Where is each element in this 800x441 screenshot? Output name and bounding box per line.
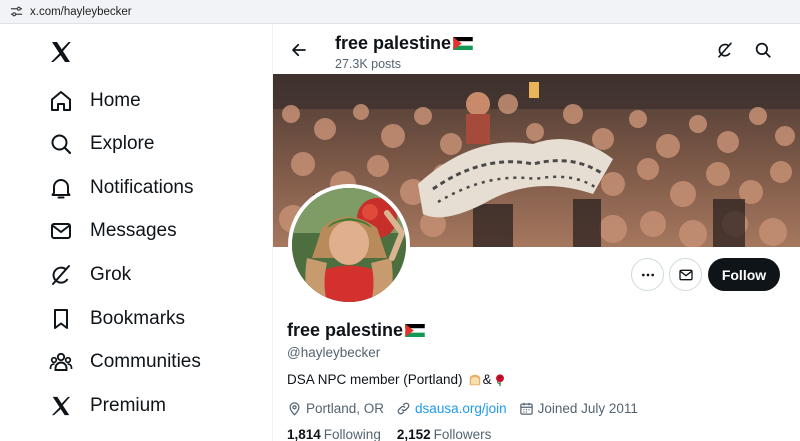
- address-bar[interactable]: x.com/hayleybecker: [0, 0, 800, 24]
- more-options-button[interactable]: [631, 258, 664, 291]
- search-icon: [755, 42, 771, 58]
- bookmark-icon: [48, 306, 74, 332]
- sidebar-item-grok[interactable]: Grok: [48, 255, 131, 295]
- avatar-photo: [292, 188, 406, 302]
- sidebar-item-home[interactable]: Home: [48, 81, 141, 121]
- search-icon: [48, 131, 74, 157]
- grok-icon: [718, 42, 732, 58]
- profile-display-name: free palestine: [287, 320, 425, 341]
- following-link[interactable]: 1,814 Following: [287, 427, 381, 441]
- following-count: 1,814: [287, 427, 321, 441]
- website-link[interactable]: dsausa.org/join: [415, 401, 507, 416]
- joined-item: Joined July 2011: [519, 401, 638, 416]
- location-text: Portland, OR: [306, 400, 385, 416]
- profile-column: free palestine 27.3K posts Follow free p…: [272, 24, 800, 441]
- sidebar-item-messages[interactable]: Messages: [48, 211, 177, 251]
- sidebar-item-label: Notifications: [90, 177, 194, 198]
- location-pin-icon: [289, 401, 300, 416]
- search-profile-button[interactable]: [751, 38, 775, 62]
- sidebar-item-label: Communities: [90, 351, 201, 372]
- header-posts-count: 27.3K posts: [335, 57, 402, 71]
- communities-icon: [48, 349, 74, 375]
- website-item: dsausa.org/join: [396, 401, 507, 416]
- grok-icon: [48, 262, 74, 288]
- profile-header-bar: free palestine 27.3K posts: [273, 24, 800, 76]
- x-logo-icon[interactable]: [49, 40, 73, 64]
- header-title-text: free palestine: [335, 33, 452, 53]
- followers-link[interactable]: 2,152 Followers: [397, 427, 492, 441]
- profile-avatar[interactable]: [288, 184, 410, 306]
- following-label: Following: [323, 427, 381, 441]
- grok-button[interactable]: [713, 38, 737, 62]
- calendar-icon: [519, 402, 533, 415]
- profile-handle: @hayleybecker: [287, 345, 381, 360]
- sidebar-item-communities[interactable]: Communities: [48, 342, 201, 382]
- home-icon: [48, 88, 74, 114]
- display-name-text: free palestine: [287, 320, 404, 340]
- bio-text: DSA NPC member (Portland): [287, 372, 463, 387]
- header-title: free palestine: [335, 33, 473, 54]
- location-item: Portland, OR: [287, 401, 384, 416]
- followers-count: 2,152: [396, 427, 431, 441]
- rose-emoji-icon: [495, 373, 504, 386]
- more-options-icon: [641, 273, 654, 276]
- sidebar-item-label: Home: [90, 90, 141, 111]
- sidebar: Home Explore Notifications Messages Grok…: [0, 24, 272, 441]
- envelope-icon: [48, 218, 74, 244]
- profile-bio: DSA NPC member (Portland) &: [287, 372, 508, 387]
- palestine-flag-icon: [405, 324, 425, 337]
- sidebar-item-label: Explore: [90, 133, 155, 154]
- url-text[interactable]: x.com/hayleybecker: [30, 6, 132, 18]
- sidebar-item-notifications[interactable]: Notifications: [48, 168, 194, 208]
- sidebar-item-label: Grok: [90, 264, 132, 285]
- site-settings-icon[interactable]: [9, 5, 23, 19]
- x-premium-icon: [48, 393, 74, 419]
- follow-stats: 1,814 Following 2,152 Followers: [287, 427, 507, 441]
- bio-connector: &: [482, 372, 492, 387]
- link-icon: [397, 402, 410, 414]
- palestine-flag-icon: [453, 37, 473, 50]
- bell-icon: [48, 175, 74, 201]
- bread-emoji-icon: [469, 374, 480, 385]
- followers-label: Followers: [433, 427, 492, 441]
- envelope-icon: [678, 269, 693, 280]
- profile-meta: Portland, OR dsausa.org/join Joined July…: [287, 399, 650, 417]
- sidebar-item-bookmarks[interactable]: Bookmarks: [48, 299, 185, 339]
- sidebar-item-label: Premium: [90, 395, 167, 416]
- sidebar-item-label: Bookmarks: [90, 308, 186, 329]
- sidebar-item-label: Messages: [90, 220, 177, 241]
- joined-text: Joined July 2011: [537, 400, 638, 416]
- back-arrow-icon: [292, 43, 306, 57]
- sidebar-item-explore[interactable]: Explore: [48, 124, 154, 164]
- follow-button[interactable]: Follow: [708, 258, 780, 291]
- message-button[interactable]: [669, 258, 702, 291]
- back-button[interactable]: [285, 36, 313, 64]
- sidebar-item-premium[interactable]: Premium: [48, 386, 166, 426]
